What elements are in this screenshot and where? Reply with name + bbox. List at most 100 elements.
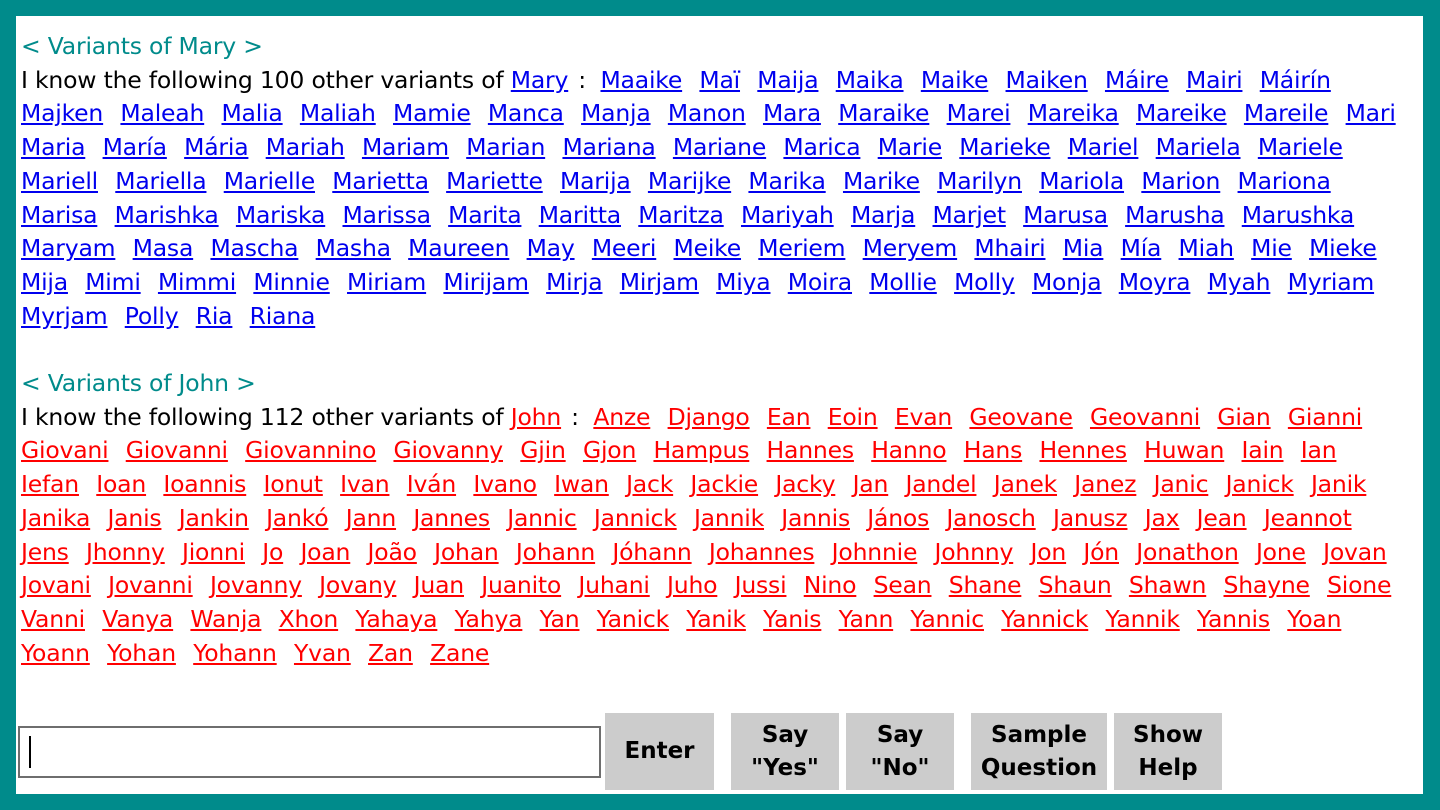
john-variant-link[interactable]: Janick bbox=[1226, 470, 1294, 498]
john-variant-link[interactable]: Ioan bbox=[96, 470, 146, 498]
john-variant-link[interactable]: Johann bbox=[516, 538, 595, 566]
mary-variant-link[interactable]: Mara bbox=[763, 99, 821, 127]
john-variant-link[interactable]: Jannes bbox=[413, 504, 490, 532]
mary-variant-link[interactable]: Riana bbox=[250, 302, 316, 330]
john-variant-link[interactable]: Ian bbox=[1301, 436, 1337, 464]
mary-variant-link[interactable]: Marie bbox=[878, 133, 943, 161]
john-variant-link[interactable]: Hans bbox=[964, 436, 1023, 464]
john-variant-link[interactable]: Janek bbox=[994, 470, 1057, 498]
mary-variant-link[interactable]: Mária bbox=[184, 133, 248, 161]
john-variant-link[interactable]: Janis bbox=[107, 504, 161, 532]
mary-variant-link[interactable]: Mariana bbox=[562, 133, 655, 161]
mary-variant-link[interactable]: Mariell bbox=[21, 167, 98, 195]
john-name-link[interactable]: John bbox=[511, 403, 561, 431]
mary-variant-link[interactable]: Maiken bbox=[1006, 66, 1088, 94]
mary-variant-link[interactable]: Marika bbox=[748, 167, 825, 195]
mary-variant-link[interactable]: Marilyn bbox=[937, 167, 1022, 195]
john-variant-link[interactable]: Jan bbox=[853, 470, 889, 498]
mary-variant-link[interactable]: Mariska bbox=[236, 201, 326, 229]
mary-variant-link[interactable]: Mariah bbox=[266, 133, 345, 161]
john-variant-link[interactable]: Johnny bbox=[935, 538, 1014, 566]
mary-variant-link[interactable]: Marjet bbox=[933, 201, 1007, 229]
mary-variant-link[interactable]: Miriam bbox=[347, 268, 426, 296]
john-variant-link[interactable]: Giovani bbox=[21, 436, 109, 464]
mary-variant-link[interactable]: Meeri bbox=[592, 234, 657, 262]
john-variant-link[interactable]: Janosch bbox=[946, 504, 1035, 532]
mary-variant-link[interactable]: Maleah bbox=[120, 99, 204, 127]
mary-variant-link[interactable]: Meike bbox=[674, 234, 742, 262]
mary-variant-link[interactable]: Mareike bbox=[1136, 99, 1227, 127]
john-variant-link[interactable]: Juhani bbox=[578, 571, 650, 599]
mary-variant-link[interactable]: Mariette bbox=[446, 167, 543, 195]
john-variant-link[interactable]: Anze bbox=[593, 403, 650, 431]
mary-variant-link[interactable]: Mairi bbox=[1186, 66, 1243, 94]
mary-variant-link[interactable]: Marusha bbox=[1125, 201, 1225, 229]
sample-question-button[interactable]: Sample Question bbox=[971, 713, 1107, 790]
mary-variant-link[interactable]: Polly bbox=[125, 302, 179, 330]
mary-variant-link[interactable]: Mariyah bbox=[741, 201, 834, 229]
john-variant-link[interactable]: Jionni bbox=[182, 538, 245, 566]
mary-variant-link[interactable]: Maï bbox=[699, 66, 740, 94]
john-variant-link[interactable]: Yanick bbox=[597, 605, 669, 633]
john-variant-link[interactable]: Jax bbox=[1145, 504, 1180, 532]
mary-variant-link[interactable]: Mariane bbox=[673, 133, 766, 161]
mary-variant-link[interactable]: Molly bbox=[954, 268, 1015, 296]
mary-variant-link[interactable]: Miah bbox=[1179, 234, 1235, 262]
john-variant-link[interactable]: Jhonny bbox=[86, 538, 165, 566]
john-variant-link[interactable]: Yannick bbox=[1001, 605, 1088, 633]
john-variant-link[interactable]: Jóhann bbox=[612, 538, 691, 566]
john-variant-link[interactable]: Sean bbox=[874, 571, 932, 599]
mary-variant-link[interactable]: Marita bbox=[448, 201, 521, 229]
john-variant-link[interactable]: Janik bbox=[1311, 470, 1367, 498]
john-variant-link[interactable]: Jean bbox=[1197, 504, 1247, 532]
john-variant-link[interactable]: Yohan bbox=[107, 639, 176, 667]
mary-variant-link[interactable]: Minnie bbox=[253, 268, 330, 296]
mary-variant-link[interactable]: Maaike bbox=[600, 66, 682, 94]
mary-variant-link[interactable]: Maliah bbox=[300, 99, 376, 127]
john-variant-link[interactable]: Geovanni bbox=[1090, 403, 1200, 431]
john-variant-link[interactable]: Giovannino bbox=[245, 436, 376, 464]
john-variant-link[interactable]: Vanya bbox=[102, 605, 173, 633]
mary-variant-link[interactable]: Marja bbox=[851, 201, 915, 229]
john-variant-link[interactable]: Django bbox=[668, 403, 750, 431]
mary-variant-link[interactable]: Miya bbox=[716, 268, 771, 296]
john-variant-link[interactable]: Zane bbox=[430, 639, 489, 667]
mary-variant-link[interactable]: Marieke bbox=[959, 133, 1050, 161]
john-variant-link[interactable]: Yahya bbox=[455, 605, 523, 633]
john-variant-link[interactable]: Jackie bbox=[690, 470, 758, 498]
john-variant-link[interactable]: Jannik bbox=[694, 504, 764, 532]
john-variant-link[interactable]: Yvan bbox=[294, 639, 351, 667]
john-section-title[interactable]: < Variants of John > bbox=[21, 367, 1420, 401]
john-variant-link[interactable]: Jussi bbox=[735, 571, 787, 599]
mary-variant-link[interactable]: Marei bbox=[947, 99, 1011, 127]
mary-variant-link[interactable]: Mariola bbox=[1039, 167, 1124, 195]
mary-variant-link[interactable]: Mirjam bbox=[620, 268, 699, 296]
john-variant-link[interactable]: Yann bbox=[839, 605, 894, 633]
mary-variant-link[interactable]: Mariel bbox=[1068, 133, 1139, 161]
john-variant-link[interactable]: Janika bbox=[21, 504, 90, 532]
mary-variant-link[interactable]: Mhairi bbox=[974, 234, 1045, 262]
mary-variant-link[interactable]: Mascha bbox=[210, 234, 298, 262]
john-variant-link[interactable]: Yan bbox=[540, 605, 580, 633]
mary-variant-link[interactable]: Mirijam bbox=[443, 268, 529, 296]
mary-variant-link[interactable]: Marisa bbox=[21, 201, 98, 229]
mary-variant-link[interactable]: Mía bbox=[1121, 234, 1162, 262]
john-variant-link[interactable]: Vanni bbox=[21, 605, 85, 633]
mary-variant-link[interactable]: Mariele bbox=[1258, 133, 1343, 161]
john-variant-link[interactable]: Yannis bbox=[1197, 605, 1270, 633]
mary-variant-link[interactable]: Marica bbox=[783, 133, 860, 161]
mary-variant-link[interactable]: Marija bbox=[560, 167, 631, 195]
john-variant-link[interactable]: Jeannot bbox=[1264, 504, 1352, 532]
say-no-button[interactable]: Say "No" bbox=[846, 713, 954, 790]
john-variant-link[interactable]: Jandel bbox=[906, 470, 977, 498]
mary-variant-link[interactable]: Mieke bbox=[1309, 234, 1377, 262]
mary-variant-link[interactable]: May bbox=[527, 234, 575, 262]
mary-variant-link[interactable]: Myah bbox=[1208, 268, 1271, 296]
mary-variant-link[interactable]: Manca bbox=[488, 99, 564, 127]
john-variant-link[interactable]: Hampus bbox=[653, 436, 749, 464]
mary-variant-link[interactable]: Manja bbox=[581, 99, 651, 127]
mary-variant-link[interactable]: Marushka bbox=[1242, 201, 1355, 229]
john-variant-link[interactable]: Jannick bbox=[594, 504, 677, 532]
mary-variant-link[interactable]: Marion bbox=[1141, 167, 1220, 195]
mary-variant-link[interactable]: Mariam bbox=[362, 133, 449, 161]
